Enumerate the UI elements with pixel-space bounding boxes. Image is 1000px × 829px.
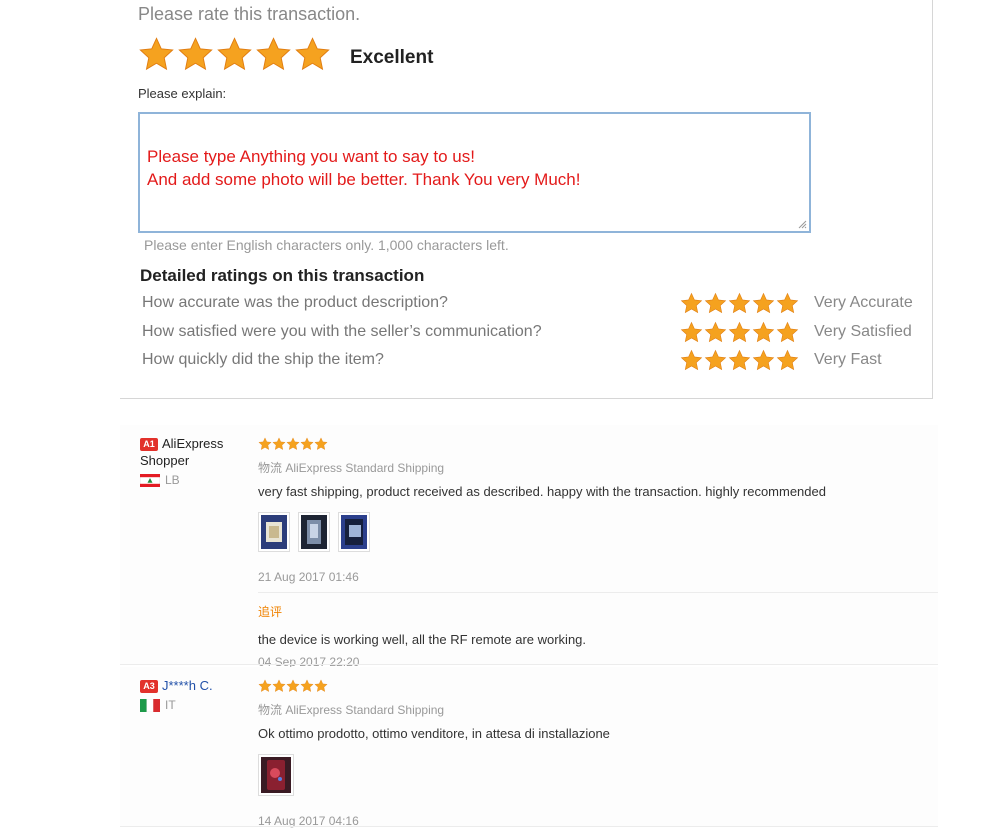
star-icon xyxy=(704,349,727,371)
detailed-star-rating[interactable] xyxy=(680,292,799,315)
divider xyxy=(258,592,938,593)
star-icon xyxy=(680,349,703,371)
detailed-rating-word: Very Satisfied xyxy=(814,323,912,340)
detailed-star-rating[interactable] xyxy=(680,349,799,372)
buyer-level-badge: A1 xyxy=(140,438,158,452)
country-code: LB xyxy=(165,473,180,487)
additional-feedback-label: 追评 xyxy=(258,605,283,619)
additional-feedback-text: the device is working well, all the RF r… xyxy=(258,632,587,647)
rating-title: Please rate this transaction. xyxy=(138,4,361,24)
detailed-ratings-heading: Detailed ratings on this transaction xyxy=(140,266,425,285)
country-code: IT xyxy=(165,698,176,712)
lebanon-flag-icon xyxy=(140,473,160,487)
star-icon xyxy=(178,37,213,71)
star-icon xyxy=(776,349,799,371)
feedback-photo-thumbnail[interactable] xyxy=(338,512,370,552)
feedback-photo-thumbnail[interactable] xyxy=(298,512,330,552)
feedback-user: A1 AliExpress Shopper LB xyxy=(140,435,250,487)
detailed-rating-word: Very Accurate xyxy=(814,294,913,311)
divider xyxy=(120,826,938,827)
rating-panel: Please rate this transaction. Excellent … xyxy=(120,0,933,399)
star-icon xyxy=(752,292,775,314)
detailed-rating-row: How quickly did the ship the item? Very … xyxy=(142,349,922,375)
star-icon xyxy=(300,437,314,450)
star-icon xyxy=(258,437,272,450)
rating-word: Excellent xyxy=(350,47,434,68)
feedback-item: A1 AliExpress Shopper LB 物流 AliExpress St… xyxy=(120,425,938,669)
star-icon xyxy=(286,679,300,692)
star-icon xyxy=(704,321,727,343)
textarea-text: Please type Anything you want to say to … xyxy=(147,147,581,189)
user-country: IT xyxy=(140,698,250,712)
star-icon xyxy=(314,679,328,692)
feedback-textarea[interactable]: Please type Anything you want to say to … xyxy=(138,112,811,233)
detailed-rating-question: How accurate was the product description… xyxy=(142,294,448,311)
star-icon xyxy=(752,349,775,371)
star-icon xyxy=(295,37,330,71)
feedback-photos xyxy=(258,512,938,552)
star-icon xyxy=(728,349,751,371)
feedback-star-rating xyxy=(258,679,938,693)
detailed-rating-word: Very Fast xyxy=(814,351,882,368)
star-icon xyxy=(776,321,799,343)
feedback-star-rating xyxy=(258,437,938,451)
feedback-date: 21 Aug 2017 01:46 xyxy=(258,570,359,584)
star-icon xyxy=(680,292,703,314)
star-icon xyxy=(139,37,174,71)
overall-star-rating[interactable] xyxy=(138,36,331,73)
feedback-text: Ok ottimo prodotto, ottimo venditore, in… xyxy=(258,726,610,741)
product-photo-icon xyxy=(341,515,367,549)
star-icon xyxy=(258,679,272,692)
detailed-rating-row: How satisfied were you with the seller’s… xyxy=(142,321,922,347)
detailed-star-rating[interactable] xyxy=(680,321,799,344)
feedback-content: 物流 AliExpress Standard Shipping very fas… xyxy=(258,437,938,669)
buyer-level-badge: A3 xyxy=(140,680,158,694)
feedback-item: A3 J****h C. IT 物流 AliExpress Standard Sh… xyxy=(120,667,938,828)
feedback-photo-thumbnail[interactable] xyxy=(258,512,290,552)
star-icon xyxy=(314,437,328,450)
star-icon xyxy=(286,437,300,450)
feedback-user: A3 J****h C. IT xyxy=(140,677,250,712)
detailed-rating-row: How accurate was the product description… xyxy=(142,292,922,318)
product-photo-icon xyxy=(261,515,287,549)
feedback-content: 物流 AliExpress Standard Shipping Ok ottim… xyxy=(258,679,938,828)
divider xyxy=(120,664,938,665)
product-photo-icon xyxy=(301,515,327,549)
feedback-photos xyxy=(258,754,938,796)
detailed-rating-question: How quickly did the ship the item? xyxy=(142,351,384,368)
feedback-text: very fast shipping, product received as … xyxy=(258,484,826,499)
resize-grip-icon[interactable] xyxy=(798,220,807,229)
star-icon xyxy=(728,321,751,343)
star-icon xyxy=(704,292,727,314)
star-icon xyxy=(752,321,775,343)
feedback-photo-thumbnail[interactable] xyxy=(258,754,294,796)
detailed-rating-question: How satisfied were you with the seller’s… xyxy=(142,323,542,340)
user-name[interactable]: J****h C. xyxy=(162,678,213,693)
user-country: LB xyxy=(140,473,250,487)
star-icon xyxy=(776,292,799,314)
explain-label: Please explain: xyxy=(138,86,227,101)
italy-flag-icon xyxy=(140,698,160,712)
star-icon xyxy=(728,292,751,314)
star-icon xyxy=(272,437,286,450)
star-icon xyxy=(300,679,314,692)
star-icon xyxy=(272,679,286,692)
star-icon xyxy=(680,321,703,343)
shipping-method: 物流 AliExpress Standard Shipping xyxy=(258,703,445,717)
shipping-method: 物流 AliExpress Standard Shipping xyxy=(258,461,445,475)
product-photo-icon xyxy=(261,757,291,793)
star-icon xyxy=(217,37,252,71)
star-icon xyxy=(256,37,291,71)
characters-left-hint: Please enter English characters only. 1,… xyxy=(144,237,509,253)
